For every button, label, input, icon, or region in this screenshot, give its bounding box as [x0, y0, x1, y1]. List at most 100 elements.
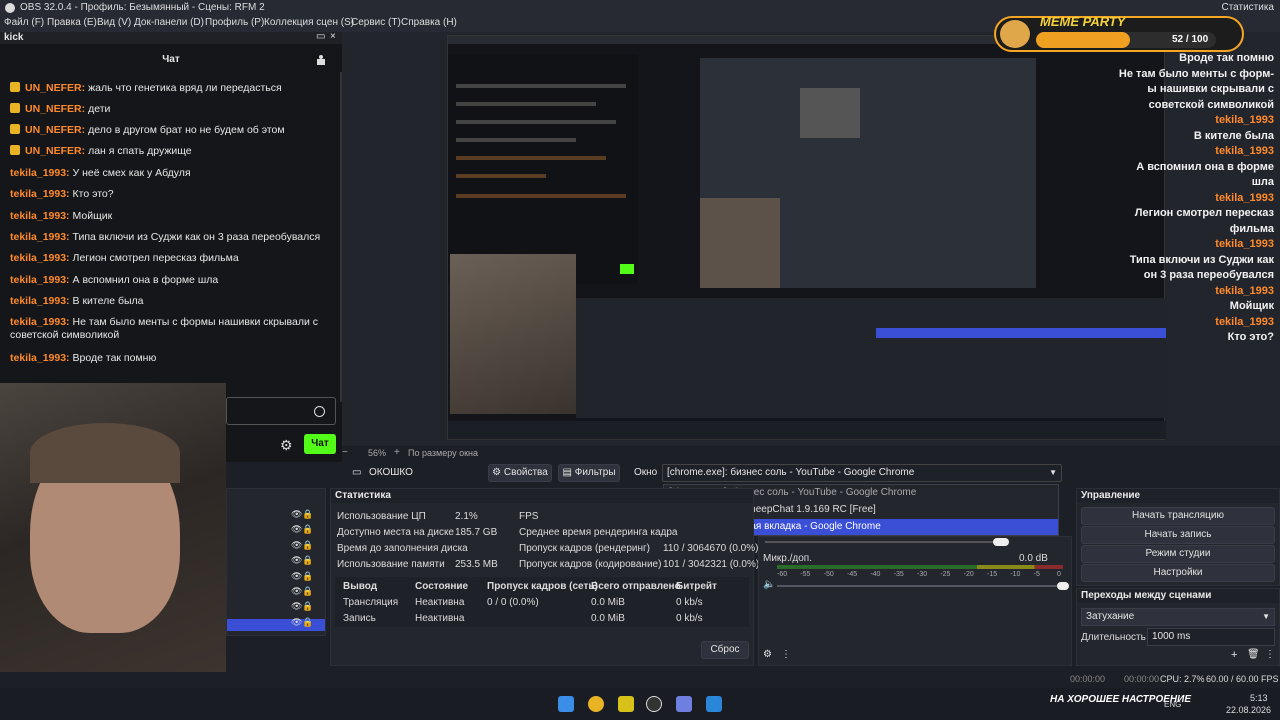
chat-text: Вроде так помню: [72, 352, 157, 364]
studio-mode-button[interactable]: Режим студии: [1081, 545, 1275, 563]
chat-username[interactable]: tekila_1993:: [10, 316, 70, 328]
float-dock-icon[interactable]: ▭: [316, 31, 325, 42]
overlay-chat-line: Типа включи из Суджи как: [1129, 253, 1274, 266]
emoji-icon[interactable]: [314, 406, 325, 417]
volume-slider-handle[interactable]: [993, 538, 1009, 546]
menu-scene-collection[interactable]: Коллекция сцен (S): [264, 17, 354, 28]
mic-volume-track[interactable]: [777, 585, 1057, 587]
chat-send-button[interactable]: Чат: [304, 434, 336, 454]
skip-render-label: Пропуск кадров (рендеринг): [519, 543, 650, 554]
stats-reset-button[interactable]: Сброс: [701, 641, 749, 659]
app2-icon[interactable]: [706, 696, 722, 712]
start-record-button[interactable]: Начать запись: [1081, 526, 1275, 544]
chat-username[interactable]: UN_NEFER:: [25, 82, 85, 94]
chrome-icon[interactable]: [588, 696, 604, 712]
chat-text: В кителе была: [72, 295, 144, 307]
mic-volume-handle[interactable]: [1057, 582, 1069, 590]
windows-start-icon[interactable]: [558, 696, 574, 712]
fps-status: 60.00 / 60.00 FPS: [1206, 674, 1279, 684]
settings-gear-icon[interactable]: ⚙: [280, 437, 293, 454]
zoom-fit-label[interactable]: По размеру окна: [408, 448, 478, 458]
window-select[interactable]: [chrome.exe]: бизнес соль - YouTube - Go…: [662, 464, 1062, 482]
settings-button[interactable]: Настройки: [1081, 564, 1275, 582]
mixer-settings-icon[interactable]: ⚙: [763, 649, 772, 660]
source-filters-button[interactable]: ▤ Фильтры: [558, 464, 620, 482]
discord-icon[interactable]: [676, 696, 692, 712]
preview-canvas[interactable]: [447, 35, 1166, 440]
menu-profile[interactable]: Профиль (P): [205, 17, 264, 28]
meter-tick-label: -40: [870, 571, 881, 578]
table-cell: 0 / 0 (0.0%): [487, 597, 539, 608]
clock-date[interactable]: 22.08.2026: [1226, 705, 1271, 715]
transition-select[interactable]: Затухание ▼: [1081, 608, 1275, 626]
chat-username[interactable]: tekila_1993:: [10, 252, 70, 264]
col-total-sent: Всего отправлено: [591, 581, 681, 592]
taskbar: НА ХОРОШЕЕ НАСТРОЕНИЕ ENG 5:13 22.08.202…: [0, 688, 1280, 720]
volume-slider-track[interactable]: [765, 541, 995, 543]
source-icon: ▭: [352, 467, 362, 478]
overlay-chat-line: Легион смотрел пересказ: [1134, 207, 1274, 219]
menu-file[interactable]: Файл (F): [4, 17, 44, 28]
meme-title: MEME PARTY: [1040, 14, 1126, 29]
col-bitrate: Битрейт: [676, 581, 717, 592]
table-cell: 0.0 MiB: [591, 597, 625, 608]
skip-render-value: 110 / 3064670 (0.0%): [663, 543, 759, 554]
zoom-out-button[interactable]: −: [342, 447, 348, 458]
meme-progress: 52 / 100: [1036, 32, 1216, 48]
start-stream-button[interactable]: Начать трансляцию: [1081, 507, 1275, 525]
overlay-chat-line: Не там было менты с форм-: [1118, 67, 1274, 80]
speaker-icon[interactable]: 🔈: [763, 579, 775, 590]
chat-username[interactable]: tekila_1993:: [10, 231, 70, 243]
add-transition-icon[interactable]: +: [1231, 649, 1237, 661]
overlay-chat-line: А вспомнил она в форме: [1136, 160, 1274, 173]
disk-value: 185.7 GB: [455, 527, 498, 538]
chat-username[interactable]: UN_NEFER:: [25, 145, 85, 157]
duration-input[interactable]: 1000 ms: [1147, 628, 1275, 646]
remove-transition-icon[interactable]: 🗑: [1247, 649, 1260, 660]
chat-username[interactable]: UN_NEFER:: [25, 103, 85, 115]
duration-label: Длительность: [1081, 632, 1146, 643]
chat-username[interactable]: tekila_1993:: [10, 167, 70, 179]
close-dock-icon[interactable]: ×: [330, 31, 336, 42]
obs-icon[interactable]: [646, 696, 662, 712]
controls-title: Управление: [1077, 489, 1279, 503]
overlay-chat-line: он 3 раза переобувался: [1143, 269, 1274, 281]
source-visibility-icons[interactable]: 👁🔒 👁🔒 👁🔒 👁🔒 👁🔒 👁🔒 👁🔒 👁🔒: [291, 507, 314, 630]
mod-badge-icon: [10, 124, 20, 134]
chat-username[interactable]: tekila_1993:: [10, 210, 70, 222]
chat-username[interactable]: UN_NEFER:: [25, 124, 85, 136]
chat-text: жаль что генетика вряд ли передасться: [88, 82, 282, 94]
meter-tick-label: -20: [963, 571, 974, 578]
chat-username[interactable]: tekila_1993:: [10, 188, 70, 200]
record-time: 00:00:00: [1124, 674, 1160, 684]
table-cell: 0 kb/s: [676, 597, 703, 608]
menu-docks[interactable]: Док-панели (D): [134, 17, 204, 28]
chat-username[interactable]: tekila_1993:: [10, 274, 70, 286]
chat-text: дети: [88, 103, 111, 115]
chat-username[interactable]: tekila_1993:: [10, 295, 70, 307]
transition-menu-icon[interactable]: ⋮: [1265, 649, 1275, 660]
col-state: Состояние: [415, 581, 469, 592]
fps-label: FPS: [519, 511, 539, 522]
menu-view[interactable]: Вид (V): [97, 17, 131, 28]
app-icon[interactable]: [618, 696, 634, 712]
meter-tick-label: -15: [987, 571, 998, 578]
chat-username[interactable]: tekila_1993:: [10, 352, 70, 364]
chat-message: tekila_1993: В кителе была: [10, 295, 330, 308]
menu-edit[interactable]: Правка (E): [47, 17, 97, 28]
chat-users-icon[interactable]: [316, 55, 326, 65]
source-toolbar: ▭ ОКОШКО ⚙ Свойства ▤ Фильтры Окно [chro…: [342, 462, 1072, 484]
menu-help[interactable]: Справка (H): [401, 17, 457, 28]
menu-tools[interactable]: Сервис (T): [351, 17, 401, 28]
chat-message: UN_NEFER: дело в другом брат но не будем …: [10, 124, 330, 137]
mixer-menu-icon[interactable]: ⋮: [781, 649, 791, 660]
overlay-chat-line: Мойщик: [1229, 300, 1274, 312]
source-properties-button[interactable]: ⚙ Свойства: [488, 464, 552, 482]
zoom-in-button[interactable]: +: [394, 447, 400, 458]
language-indicator[interactable]: ENG: [1164, 700, 1181, 709]
window-select-label: Окно: [634, 467, 658, 478]
mic-label: Микр./доп.: [763, 553, 812, 564]
meter-tick-label: -55: [800, 571, 811, 578]
clock-time[interactable]: 5:13: [1250, 693, 1268, 703]
stats-title: Статистика: [331, 489, 753, 503]
